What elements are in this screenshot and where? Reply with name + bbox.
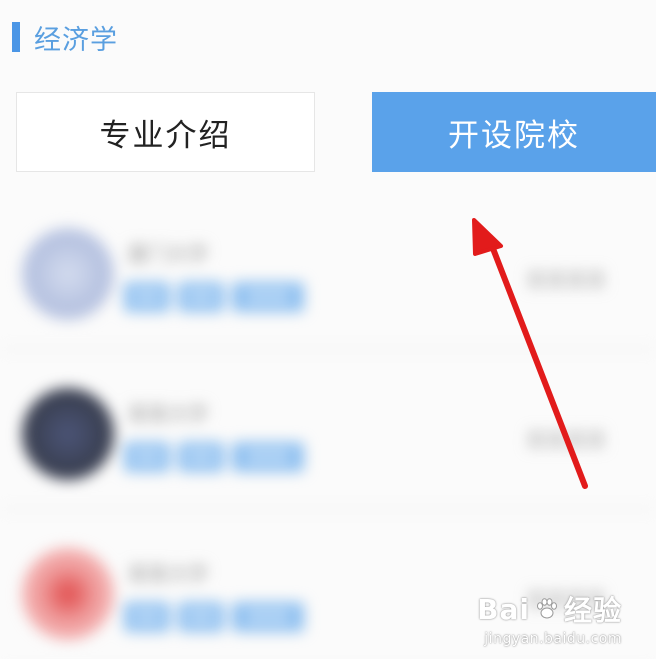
school-name: 某某大学 <box>128 402 208 426</box>
tab-major-intro[interactable]: 专业介绍 <box>16 92 315 172</box>
watermark-brand-left: Bai <box>477 592 530 626</box>
school-tag: 某某某 <box>232 602 304 632</box>
school-tags: 某某 某某 某某某 <box>124 282 304 312</box>
section-accent-bar <box>12 22 20 52</box>
paw-icon <box>536 598 557 619</box>
school-meta: 某某某某 <box>526 268 606 292</box>
school-tag: 某某 <box>124 602 170 632</box>
baidu-jingyan-watermark: Bai 经验 jingyan.baidu.com <box>477 589 622 648</box>
school-tag: 某某 <box>178 602 224 632</box>
school-tag: 某某 <box>124 442 170 472</box>
school-tags: 某某 某某 某某某 <box>124 602 304 632</box>
watermark-brand: Bai 经验 <box>477 589 622 629</box>
tab-offering-schools[interactable]: 开设院校 <box>372 92 656 172</box>
page: 经济学 专业介绍 开设院校 厦门大学 某某 某某 某某某 某某某某 某某大学 某… <box>0 0 656 659</box>
school-tag: 某某 <box>124 282 170 312</box>
school-logo <box>22 228 114 320</box>
watermark-brand-right: 经验 <box>563 594 622 627</box>
school-tags: 某某 某某 某某某 <box>124 442 304 472</box>
school-row[interactable]: 某某大学 某某 某某 某某某 某某某某 <box>0 350 656 510</box>
section-title: 经济学 <box>34 24 118 56</box>
school-tag: 某某 <box>178 282 224 312</box>
watermark-url: jingyan.baidu.com <box>484 631 622 647</box>
school-logo <box>22 388 114 480</box>
school-tag: 某某某 <box>232 442 304 472</box>
school-logo <box>22 548 114 640</box>
school-tag: 某某某 <box>232 282 304 312</box>
school-name: 厦门大学 <box>128 242 208 266</box>
school-meta: 某某某某 <box>526 428 606 452</box>
section-header: 经济学 <box>12 18 118 56</box>
school-name: 某某大学 <box>128 562 208 586</box>
school-row[interactable]: 厦门大学 某某 某某 某某某 某某某某 <box>0 190 656 350</box>
school-tag: 某某 <box>178 442 224 472</box>
